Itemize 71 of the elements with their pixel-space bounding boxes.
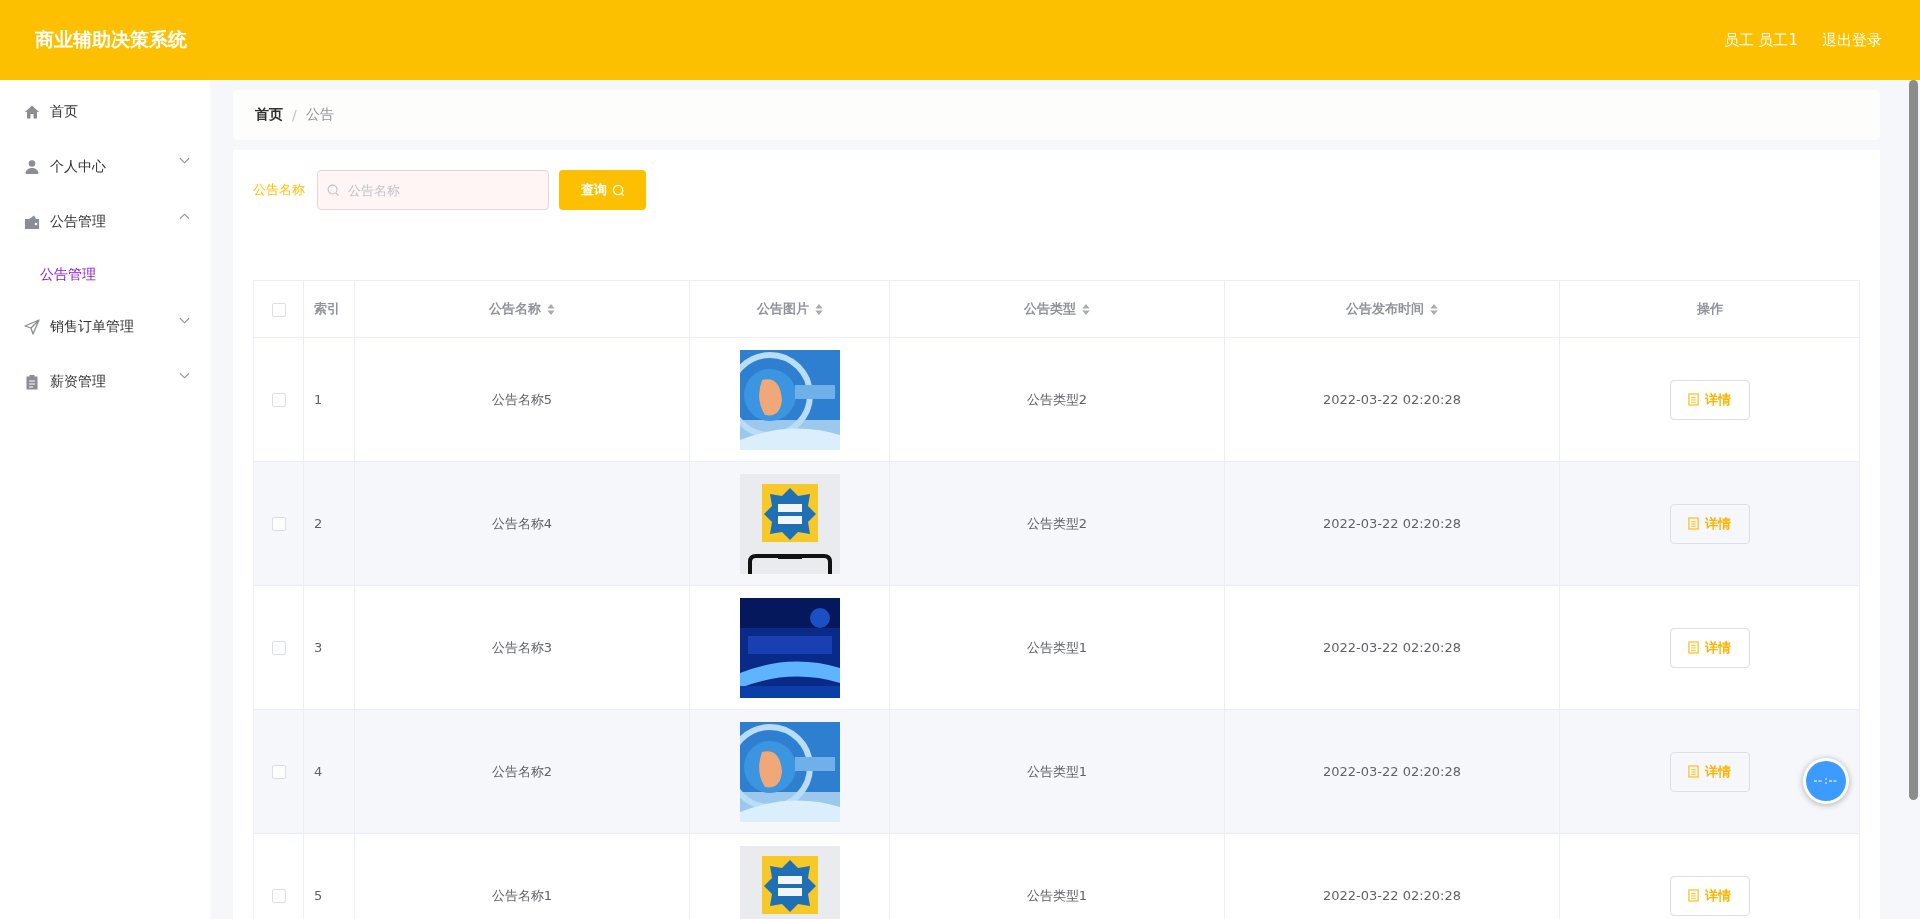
column-header: 公告类型: [1024, 300, 1076, 318]
sort-icon[interactable]: [1082, 303, 1090, 315]
document-icon: [1688, 517, 1699, 530]
floating-clock-icon[interactable]: [1802, 757, 1850, 805]
menu-item[interactable]: 公告管理: [0, 194, 210, 249]
document-icon: [1688, 765, 1699, 778]
time-cell: 2022-03-22 02:20:28: [1322, 764, 1462, 779]
name-cell: 公告名称1: [491, 887, 553, 903]
menu-item[interactable]: 首页: [0, 84, 210, 139]
send-icon: [24, 318, 40, 335]
sort-icon[interactable]: [814, 303, 823, 315]
column-header: 操作: [1696, 300, 1723, 318]
app-title: 商业辅助决策系统: [35, 27, 187, 52]
type-cell: 公告类型2: [1026, 391, 1088, 407]
details-button[interactable]: 详情: [1669, 875, 1750, 916]
breadcrumb-item[interactable]: 公告: [305, 106, 334, 124]
scrollbar-thumb[interactable]: [1909, 80, 1918, 800]
row-checkbox[interactable]: [271, 765, 286, 780]
document-icon: [1688, 641, 1699, 654]
details-button[interactable]: 详情: [1669, 751, 1750, 792]
search-icon: [327, 184, 340, 197]
details-button[interactable]: 详情: [1669, 379, 1750, 420]
details-button[interactable]: 详情: [1669, 627, 1750, 668]
query-button[interactable]: 查询: [559, 170, 646, 210]
column-header: 公告图片: [756, 300, 809, 318]
column-header: 公告发布时间: [1346, 300, 1424, 318]
time-cell: 2022-03-22 02:20:28: [1322, 888, 1462, 903]
user-name: 员工 员工1: [1723, 30, 1798, 50]
column-header: 公告名称: [489, 300, 541, 318]
column-header: 索引: [314, 300, 340, 318]
time-cell: 2022-03-22 02:20:28: [1322, 640, 1462, 655]
name-cell: 公告名称3: [491, 639, 553, 655]
document-icon: [1688, 393, 1699, 406]
search-icon: [611, 183, 625, 197]
row-checkbox[interactable]: [271, 517, 286, 532]
type-cell: 公告类型1: [1026, 763, 1088, 779]
type-cell: 公告类型2: [1026, 515, 1088, 531]
details-button[interactable]: 详情: [1669, 503, 1750, 544]
type-cell: 公告类型1: [1026, 639, 1088, 655]
home-icon: [24, 103, 40, 120]
row-checkbox[interactable]: [271, 889, 286, 904]
index-cell: 5: [314, 888, 323, 903]
index-cell: 2: [314, 516, 323, 531]
time-cell: 2022-03-22 02:20:28: [1322, 392, 1462, 407]
clipboard-icon: [24, 373, 40, 390]
breadcrumb-separator: /: [292, 107, 297, 123]
search-field[interactable]: 公告名称: [317, 170, 549, 210]
type-cell: 公告类型1: [1026, 887, 1088, 903]
index-cell: 4: [314, 764, 323, 779]
sort-icon[interactable]: [547, 303, 555, 315]
name-cell: 公告名称4: [491, 515, 553, 531]
submenu-item[interactable]: 公告管理: [0, 249, 210, 299]
row-checkbox[interactable]: [271, 641, 286, 656]
breadcrumb-item[interactable]: 首页: [255, 106, 283, 124]
sort-icon[interactable]: [1430, 303, 1438, 315]
select-all-checkbox[interactable]: [271, 302, 286, 317]
name-cell: 公告名称2: [491, 763, 553, 779]
document-icon: [1688, 889, 1699, 902]
search-label: 公告名称: [253, 181, 305, 199]
menu-item[interactable]: 个人中心: [0, 139, 210, 194]
wallet-icon: [24, 213, 40, 230]
time-cell: 2022-03-22 02:20:28: [1322, 516, 1462, 531]
scrollbar[interactable]: [1880, 80, 1920, 919]
menu-item[interactable]: 薪资管理: [0, 354, 210, 409]
index-cell: 3: [314, 640, 323, 655]
logout-link[interactable]: 退出登录: [1822, 30, 1882, 50]
menu-item[interactable]: 销售订单管理: [0, 299, 210, 354]
person-icon: [24, 158, 40, 175]
index-cell: 1: [314, 392, 323, 407]
row-checkbox[interactable]: [271, 393, 286, 408]
name-cell: 公告名称5: [491, 391, 553, 407]
